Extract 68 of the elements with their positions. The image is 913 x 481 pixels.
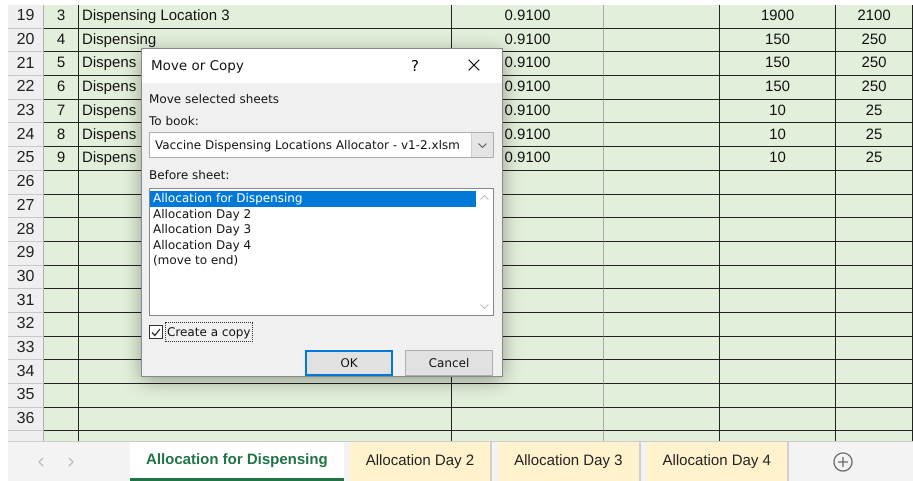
scroll-down-icon[interactable]	[480, 304, 489, 309]
row-header[interactable]: 28	[8, 218, 44, 242]
table-cell: 9	[44, 147, 79, 171]
row-header[interactable]: 21	[8, 52, 44, 76]
table-cell: 1900	[720, 5, 836, 29]
table-cell	[44, 408, 79, 432]
table-cell: 25	[836, 147, 913, 171]
table-cell: Dispensing Location 3	[79, 5, 452, 29]
table-cell: 250	[836, 28, 913, 52]
table-cell: 0.9100	[452, 5, 604, 29]
table-cell: 8	[44, 123, 79, 148]
scroll-left-icon[interactable]	[38, 456, 44, 466]
book-dropdown[interactable]: Vaccine Dispensing Locations Allocator - v1-2.xlsm	[149, 132, 494, 158]
table-cell: 25	[836, 123, 913, 148]
table-cell: 10	[720, 123, 836, 148]
table-cell: 7	[44, 100, 79, 124]
table-cell: 150	[720, 76, 836, 100]
table-cell: 3	[44, 5, 79, 29]
scroll-up-icon[interactable]	[480, 195, 489, 200]
table-cell: 150	[720, 28, 836, 52]
table-cell: 250	[836, 76, 913, 100]
row-header[interactable]: 30	[8, 266, 44, 290]
row-header[interactable]: 29	[8, 242, 44, 266]
table-cell: 6	[44, 76, 79, 100]
table-cell: 250	[836, 52, 913, 76]
help-button[interactable]: ?	[408, 54, 422, 78]
row-header[interactable]: 34	[8, 360, 44, 384]
table-cell: 10	[720, 100, 836, 124]
row-header[interactable]: 31	[8, 289, 44, 313]
table-cell: 25	[836, 100, 913, 124]
scroll-right-icon[interactable]	[68, 456, 74, 466]
list-item[interactable]: Allocation Day 4	[150, 238, 476, 253]
sheet-tab[interactable]: Allocation Day 4	[646, 442, 789, 481]
list-item[interactable]: Allocation Day 2	[150, 206, 476, 222]
table-cell: 2100	[836, 5, 913, 29]
row-header[interactable]: 24	[8, 123, 44, 148]
sheet-listbox[interactable]: Allocation for Dispensing Allocation Day 2 Allocation Day 3 Allocation Day 4 (move to end)	[149, 188, 494, 316]
ok-button[interactable]: OK	[305, 350, 393, 376]
row-header[interactable]: 32	[8, 312, 44, 337]
row-header[interactable]: 27	[8, 194, 44, 218]
table-cell: 5	[44, 52, 79, 76]
checkbox-label[interactable]: Create a copy	[165, 322, 253, 342]
dialog-title: Move or Copy	[151, 56, 244, 76]
table-cell: 4	[44, 28, 79, 52]
table-cell	[44, 360, 79, 384]
sheet-tab[interactable]: Allocation Day 3	[498, 442, 640, 481]
row-header[interactable]: 33	[8, 336, 44, 360]
table-cell	[44, 384, 79, 408]
close-button[interactable]: ×	[462, 55, 486, 77]
table-cell: 150	[720, 52, 836, 76]
add-sheet-icon[interactable]	[832, 452, 853, 472]
row-header[interactable]: 23	[8, 100, 44, 124]
row-header[interactable]: 26	[8, 170, 44, 194]
list-item[interactable]: Allocation for Dispensing	[150, 191, 476, 206]
cancel-button[interactable]: Cancel	[405, 350, 493, 376]
caret-icon	[478, 142, 487, 148]
row-header[interactable]: 36	[8, 408, 44, 432]
row-header[interactable]: 35	[8, 384, 44, 408]
checkbox[interactable]	[149, 325, 163, 339]
row-header[interactable]: 19	[8, 5, 44, 29]
list-item[interactable]: Allocation Day 3	[150, 222, 476, 238]
row-header[interactable]: 22	[8, 76, 44, 100]
list-item[interactable]: (move to end)	[150, 253, 476, 268]
row-header[interactable]: 25	[8, 147, 44, 171]
table-cell: 10	[720, 147, 836, 171]
row-header[interactable]: 20	[8, 28, 44, 52]
sheet-tab[interactable]: Allocation Day 2	[350, 442, 492, 481]
sheet-tab[interactable]: Allocation for Dispensing	[130, 442, 344, 481]
